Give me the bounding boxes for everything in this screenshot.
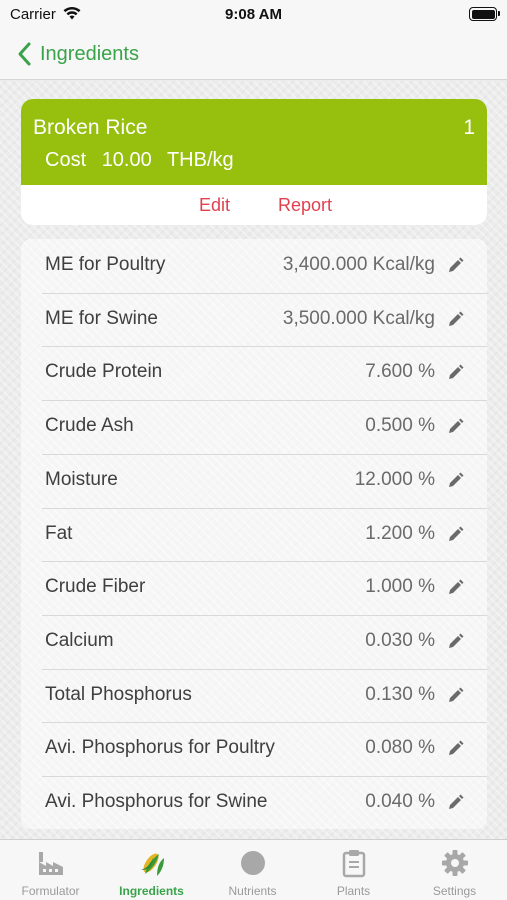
clock: 9:08 AM (225, 6, 282, 23)
nutrient-name: Avi. Phosphorus for Swine (45, 791, 268, 812)
tab-label: Ingredients (119, 884, 184, 898)
nutrient-value: 3,500.000 Kcal/kg (282, 307, 435, 329)
row-divider (42, 668, 487, 670)
nutrient-row: Avi. Phosphorus for Poultry 0.080 % (21, 722, 487, 776)
row-divider (42, 453, 487, 455)
tab-formulator[interactable]: Formulator (0, 840, 101, 900)
pencil-icon[interactable] (445, 310, 465, 330)
pencil-icon[interactable] (445, 632, 465, 652)
ingredient-index: 1 (463, 116, 475, 139)
cost-label: Cost (45, 149, 87, 171)
nutrient-value: 0.130 % (365, 683, 435, 705)
gear-icon (442, 850, 468, 876)
clipboard-icon (342, 850, 366, 878)
back-button-label: Ingredients (40, 42, 139, 65)
tab-plants[interactable]: Plants (303, 840, 404, 900)
row-divider (42, 346, 487, 348)
report-button[interactable]: Report (278, 195, 332, 216)
nutrient-value: 0.080 % (365, 737, 435, 759)
nutrient-name: Total Phosphorus (45, 683, 192, 705)
ingredient-header: Broken Rice 1 Cost 10.00 THB/kg (21, 99, 487, 185)
nutrient-value: 12.000 % (354, 468, 435, 490)
nutrient-row: Total Phosphorus 0.130 % (21, 668, 487, 723)
nutrient-name: Crude Ash (45, 415, 134, 437)
pencil-icon[interactable] (445, 793, 465, 813)
circle-icon (241, 851, 265, 875)
nutrient-row: ME for Swine 3,500.000 Kcal/kg (21, 292, 487, 347)
nutrient-value: 7.600 % (365, 361, 435, 383)
ingredient-name: Broken Rice (33, 116, 148, 139)
corn-icon (141, 853, 164, 876)
nutrient-row: Avi. Phosphorus for Swine 0.040 % (21, 776, 487, 829)
back-button[interactable]: Ingredients (14, 39, 139, 69)
content-area[interactable]: Broken Rice 1 Cost 10.00 THB/kg Edit Rep… (0, 81, 507, 839)
nutrient-value: 1.200 % (365, 522, 435, 544)
nutrient-row: Crude Protein 7.600 % (21, 346, 487, 400)
nutrient-name: Avi. Phosphorus for Poultry (45, 737, 275, 759)
tab-nutrients[interactable]: Nutrients (202, 840, 303, 900)
row-divider (42, 776, 487, 777)
nutrient-row: Calcium 0.030 % (21, 614, 487, 669)
tab-label: Plants (336, 884, 371, 898)
pencil-icon[interactable] (445, 686, 465, 706)
row-divider (42, 507, 487, 509)
chevron-left-icon (18, 42, 31, 66)
battery-icon (469, 7, 500, 21)
cost-value: 10.00 (101, 149, 152, 171)
navigation-bar: Ingredients (0, 30, 507, 80)
nutrient-value: 1.000 % (365, 576, 435, 598)
pencil-icon[interactable] (445, 256, 465, 276)
row-divider (42, 292, 487, 294)
tab-settings[interactable]: Settings (404, 840, 505, 900)
nutrient-value: 0.030 % (365, 629, 435, 651)
tab-label: Settings (432, 884, 477, 898)
nutrient-name: Crude Protein (45, 361, 163, 383)
pencil-icon[interactable] (445, 417, 465, 437)
nutrient-name: Moisture (45, 468, 118, 490)
row-divider (42, 400, 487, 402)
nutrient-value: 0.040 % (365, 791, 435, 812)
row-divider (42, 722, 487, 724)
pencil-icon[interactable] (445, 578, 465, 598)
pencil-icon[interactable] (445, 525, 465, 545)
tab-label: Nutrients (228, 884, 277, 898)
nutrient-row: Moisture 12.000 % (21, 453, 487, 508)
nutrient-row: Crude Fiber 1.000 % (21, 561, 487, 615)
nutrient-row: Fat 1.200 % (21, 507, 487, 562)
cost-unit: THB/kg (166, 149, 234, 171)
nutrient-list: ME for Poultry 3,400.000 Kcal/kg ME for Sw… (21, 239, 487, 829)
nutrient-name: ME for Swine (45, 307, 158, 329)
tab-ingredients[interactable]: Ingredients (101, 840, 202, 900)
pencil-icon[interactable] (445, 471, 465, 491)
edit-button[interactable]: Edit (199, 195, 230, 216)
nutrient-row: ME for Poultry 3,400.000 Kcal/kg (21, 239, 487, 293)
nutrient-row: Crude Ash 0.500 % (21, 400, 487, 454)
ingredient-actions: Edit Report (21, 185, 487, 225)
nutrient-name: Crude Fiber (45, 576, 146, 598)
nutrient-name: Fat (45, 522, 73, 544)
nutrient-name: ME for Poultry (45, 254, 166, 275)
nutrient-value: 3,400.000 Kcal/kg (282, 254, 435, 275)
row-divider (42, 561, 487, 563)
row-divider (42, 614, 487, 616)
ingredient-card: Broken Rice 1 Cost 10.00 THB/kg Edit Rep… (21, 99, 487, 225)
tab-label: Formulator (21, 884, 80, 898)
pencil-icon[interactable] (445, 363, 465, 383)
status-bar: Carrier 9:08 AM (0, 0, 507, 30)
factory-icon (39, 852, 63, 875)
pencil-icon[interactable] (445, 739, 465, 759)
tab-bar: Formulator Ingredients Nutrients Plants (0, 839, 507, 900)
ingredient-cost: Cost 10.00 THB/kg (45, 149, 244, 172)
nutrient-value: 0.500 % (365, 415, 435, 437)
nutrient-name: Calcium (45, 629, 114, 651)
